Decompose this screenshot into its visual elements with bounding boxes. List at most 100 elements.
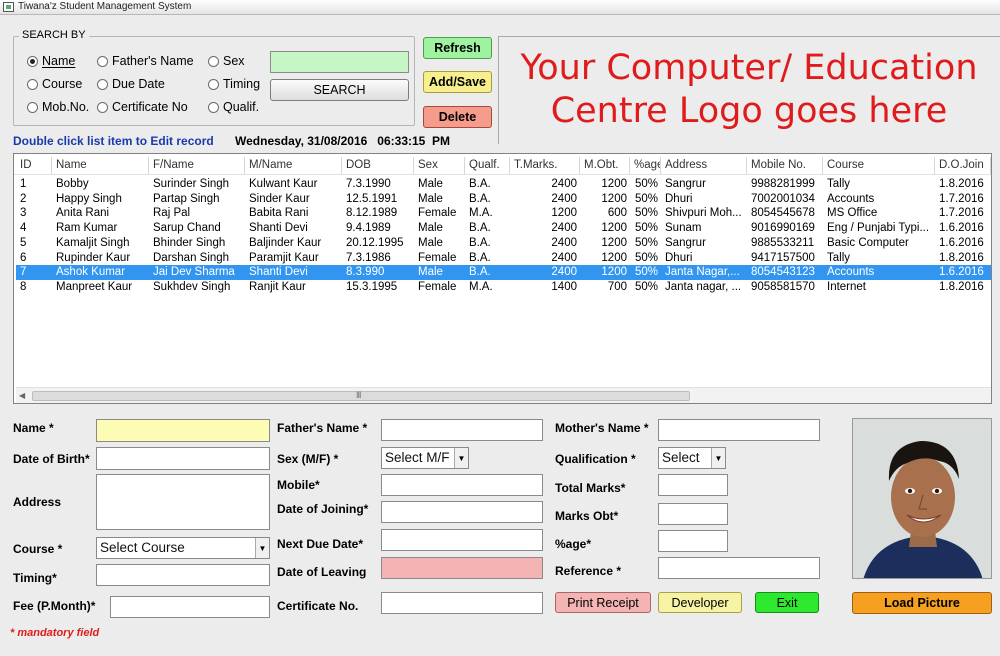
radio-due-date[interactable]: Due Date xyxy=(97,77,165,91)
column-header[interactable]: Address xyxy=(661,157,747,174)
developer-button[interactable]: Developer xyxy=(658,592,742,613)
timing-field[interactable] xyxy=(96,564,270,586)
table-row[interactable]: 2 Happy Singh Partap Singh Sinder Kaur 12.5.… xyxy=(16,192,991,207)
table-cell: 1.8.2016 xyxy=(939,178,984,190)
marks-obt-field[interactable] xyxy=(658,503,728,525)
table-cell: 50% xyxy=(634,178,658,190)
scroll-left-icon[interactable]: ◀ xyxy=(19,391,25,400)
table-cell: Dhuri xyxy=(665,192,693,205)
column-header[interactable]: Mobile No. xyxy=(747,157,823,174)
radio-course[interactable]: Course xyxy=(27,77,82,91)
column-header[interactable]: Sex xyxy=(414,157,465,174)
radio-mobile[interactable]: Mob.No. xyxy=(27,100,89,114)
radio-sex[interactable]: Sex xyxy=(208,54,245,68)
table-cell: Kamaljit Singh xyxy=(56,236,130,249)
mobile-field[interactable] xyxy=(381,474,543,496)
fee-field[interactable] xyxy=(110,596,270,618)
chevron-down-icon[interactable]: ▼ xyxy=(255,538,269,558)
column-header[interactable]: D.O.Join xyxy=(935,157,991,174)
student-list[interactable]: ID Name F/Name M/Name DOB Sex Qualf. T.Marks. M.… xyxy=(13,153,992,404)
name-label: Name * xyxy=(13,421,54,435)
table-cell: 9417157500 xyxy=(751,251,815,264)
search-input[interactable] xyxy=(270,51,409,73)
scroll-thumb[interactable] xyxy=(32,391,690,401)
table-cell: B.A. xyxy=(469,266,491,279)
dob-field[interactable] xyxy=(96,447,270,470)
table-cell: B.A. xyxy=(469,222,491,235)
chevron-down-icon[interactable]: ▼ xyxy=(711,448,725,468)
column-header[interactable]: T.Marks. xyxy=(510,157,580,174)
table-cell: 2400 xyxy=(551,192,577,205)
table-cell: 4 xyxy=(20,222,27,235)
qualification-select[interactable]: Select ▼ xyxy=(658,447,726,469)
refresh-button[interactable]: Refresh xyxy=(423,37,492,59)
table-cell: Tally xyxy=(827,251,851,264)
table-row[interactable]: 1 Bobby Surinder Singh Kulwant Kaur 7.3.1990… xyxy=(16,177,991,192)
doj-field[interactable] xyxy=(381,501,543,523)
column-header[interactable]: F/Name xyxy=(149,157,245,174)
dol-field[interactable] xyxy=(381,557,543,579)
radio-timing[interactable]: Timing xyxy=(208,77,260,91)
search-group-title: SEARCH BY xyxy=(19,29,89,41)
radio-selected-icon xyxy=(27,55,38,67)
table-cell: 2400 xyxy=(551,266,577,279)
search-button[interactable]: SEARCH xyxy=(270,79,409,101)
column-header[interactable]: Qualf. xyxy=(465,157,510,174)
radio-qualification[interactable]: Qualif. xyxy=(208,100,259,114)
dol-label: Date of Leaving xyxy=(277,565,367,579)
column-header[interactable]: M.Obt. xyxy=(580,157,630,174)
app-icon xyxy=(3,2,14,12)
radio-certificate[interactable]: Certificate No xyxy=(97,100,188,114)
due-date-field[interactable] xyxy=(381,529,543,551)
table-cell: Male xyxy=(418,266,443,279)
load-picture-button[interactable]: Load Picture xyxy=(852,592,992,614)
radio-icon xyxy=(27,78,38,90)
course-select[interactable]: Select Course ▼ xyxy=(96,537,270,559)
radio-fathers-name[interactable]: Father's Name xyxy=(97,54,194,68)
percentage-field[interactable] xyxy=(658,530,728,552)
exit-button[interactable]: Exit xyxy=(755,592,819,613)
fathers-name-field[interactable] xyxy=(381,419,543,441)
table-row[interactable]: 8 Manpreet Kaur Sukhdev Singh Ranjit Kaur 15… xyxy=(16,280,991,295)
print-receipt-button[interactable]: Print Receipt xyxy=(555,592,651,613)
reference-field[interactable] xyxy=(658,557,820,579)
table-cell: 1200 xyxy=(601,178,627,190)
table-cell: 2400 xyxy=(551,222,577,235)
column-header[interactable]: M/Name xyxy=(245,157,342,174)
address-field[interactable] xyxy=(96,474,270,530)
column-header[interactable]: %age xyxy=(630,157,661,174)
table-cell: Shanti Devi xyxy=(249,222,308,235)
add-save-button[interactable]: Add/Save xyxy=(423,71,492,93)
table-cell: 7.3.1986 xyxy=(346,251,391,264)
chevron-down-icon[interactable]: ▼ xyxy=(454,448,468,468)
total-marks-field[interactable] xyxy=(658,474,728,496)
table-row[interactable]: 4 Ram Kumar Sarup Chand Shanti Devi 9.4.1989… xyxy=(16,221,991,236)
column-header[interactable]: Name xyxy=(52,157,149,174)
table-row[interactable]: 5 Kamaljit Singh Bhinder Singh Baljinder Ka… xyxy=(16,236,991,251)
table-cell: Baljinder Kaur xyxy=(249,236,322,249)
table-cell: 50% xyxy=(634,207,658,220)
table-cell: 1.6.2016 xyxy=(939,222,984,235)
delete-button[interactable]: Delete xyxy=(423,106,492,128)
timing-label: Timing* xyxy=(13,571,57,585)
column-header[interactable]: ID xyxy=(16,157,52,174)
radio-name[interactable]: Name xyxy=(27,54,75,68)
horizontal-scrollbar[interactable]: ◀ III xyxy=(16,387,991,403)
column-header[interactable]: Course xyxy=(823,157,935,174)
radio-label: Sex xyxy=(223,54,245,68)
sex-select[interactable]: Select M/F ▼ xyxy=(381,447,469,469)
mothers-name-field[interactable] xyxy=(658,419,820,441)
certificate-field[interactable] xyxy=(381,592,543,614)
fee-label: Fee (P.Month)* xyxy=(13,599,96,613)
table-row[interactable]: 6 Rupinder Kaur Darshan Singh Paramjit Kaur… xyxy=(16,251,991,266)
table-cell: Jai Dev Sharma xyxy=(153,266,235,279)
table-row[interactable]: 7 Ashok Kumar Jai Dev Sharma Shanti Devi 8.3… xyxy=(16,265,991,281)
table-cell: 1200 xyxy=(551,207,577,220)
radio-label: Course xyxy=(42,77,83,91)
table-row[interactable]: 3 Anita Rani Raj Pal Babita Rani 8.12.1989 Fe… xyxy=(16,206,991,221)
table-cell: MS Office xyxy=(827,207,878,220)
table-cell: 9.4.1989 xyxy=(346,222,391,235)
column-header[interactable]: DOB xyxy=(342,157,414,174)
table-cell: 9016990169 xyxy=(751,222,815,235)
name-field[interactable] xyxy=(96,419,270,442)
